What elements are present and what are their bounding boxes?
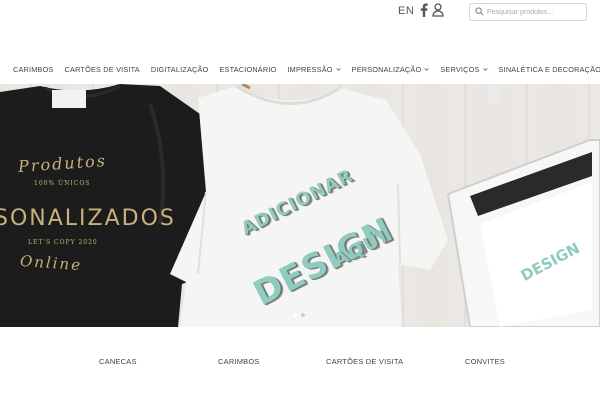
shirt-label xyxy=(52,90,86,108)
hero-banner[interactable]: DESIGN Produtos 100% ÚNICOS SONALIZADOS … xyxy=(0,84,600,327)
category-cartoes-de-visita[interactable]: CARTÕES DE VISITA xyxy=(326,357,403,366)
black-shirt-line2: 100% ÚNICOS xyxy=(34,180,91,187)
user-account-icon[interactable] xyxy=(432,3,444,17)
main-nav: CARIMBOS CARTÕES DE VISITA DIGITALIZAÇÃO… xyxy=(13,63,600,75)
nav-item-cartoes-de-visita[interactable]: CARTÕES DE VISITA xyxy=(65,63,140,75)
nav-item-impressao[interactable]: IMPRESSÃO xyxy=(287,63,341,75)
category-carimbos[interactable]: CARIMBOS xyxy=(218,357,260,366)
category-canecas[interactable]: CANECAS xyxy=(99,357,137,366)
nav-item-estacionario[interactable]: ESTACIONÁRIO xyxy=(219,63,276,75)
language-switcher[interactable]: EN xyxy=(398,5,414,17)
slider-pagination xyxy=(293,313,305,317)
nav-item-personalizacao[interactable]: PERSONALIZAÇÃO xyxy=(352,63,430,75)
black-shirt-line3: SONALIZADOS xyxy=(0,206,176,231)
tablet-device: DESIGN xyxy=(446,84,600,327)
top-bar: EN xyxy=(0,0,600,26)
chevron-down-icon xyxy=(482,67,488,71)
black-shirt-line4: LET'S COPY 2020 xyxy=(28,239,98,246)
chevron-down-icon xyxy=(424,67,429,71)
search-input[interactable] xyxy=(487,5,583,19)
facebook-icon[interactable] xyxy=(419,3,429,17)
category-strip: CANECAS CARIMBOS CARTÕES DE VISITA CONVI… xyxy=(0,357,600,369)
nav-item-sinaletica-e-decoracao[interactable]: SINALÉTICA E DECORAÇÃO xyxy=(499,63,600,75)
slider-dot[interactable] xyxy=(301,313,305,317)
chevron-down-icon xyxy=(336,67,341,71)
search-box[interactable] xyxy=(469,3,587,21)
nav-item-digitalizacao[interactable]: DIGITALIZAÇÃO xyxy=(151,63,209,75)
nav-item-servicos[interactable]: SERVIÇOS xyxy=(440,63,488,75)
search-icon xyxy=(475,7,484,16)
nav-item-carimbos[interactable]: CARIMBOS xyxy=(13,63,54,75)
category-convites[interactable]: CONVITES xyxy=(465,357,505,366)
slider-dot-active[interactable] xyxy=(293,313,297,317)
